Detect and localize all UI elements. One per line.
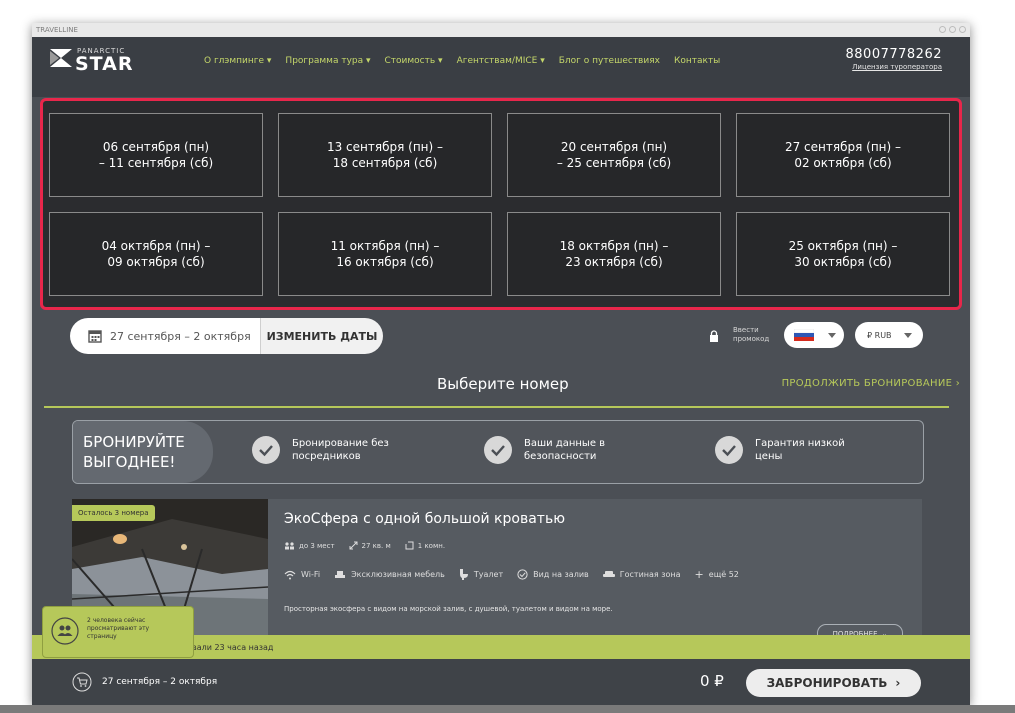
cart-icon[interactable] — [72, 672, 92, 692]
browser-window: TRAVELLINE PANARCTIC STAR О глэмпинге ▾ … — [32, 23, 970, 705]
window-controls[interactable] — [939, 26, 966, 33]
chevron-down-icon — [828, 332, 836, 338]
footer-dates: 27 сентября – 2 октября — [102, 677, 218, 687]
language-select[interactable] — [784, 322, 844, 348]
plus-icon: + — [694, 568, 704, 581]
date-option[interactable]: 25 октября (пн) –30 октября (сб) — [736, 212, 950, 296]
section-divider — [44, 406, 949, 408]
menu-item-price[interactable]: Стоимость ▾ — [385, 56, 443, 66]
date-option[interactable]: 20 сентября (пн) – 25 сентября (сб) — [507, 113, 721, 197]
menu-item-agencies[interactable]: Агентствам/MICE ▾ — [457, 56, 545, 66]
total-price: 0 ₽ — [700, 672, 724, 690]
check-circle-icon — [715, 436, 743, 464]
promo-code-link[interactable]: Ввести промокод — [733, 326, 769, 344]
benefits-heading: БРОНИРУЙТЕ ВЫГОДНЕЕ! — [73, 421, 213, 483]
rooms-left-badge: Осталось 3 номера — [72, 505, 155, 521]
date-option[interactable]: 27 сентября (пн) –02 октября (сб) — [736, 113, 950, 197]
date-options-panel: 06 сентября (пн) – 11 сентября (сб) 13 се… — [40, 98, 962, 310]
main-menu: О глэмпинге ▾ Программа тура ▾ Стоимость… — [204, 56, 720, 66]
sofa-icon — [602, 571, 615, 577]
chevron-right-icon: › — [895, 676, 901, 690]
more-amenities-link[interactable]: + ещё 52 — [695, 568, 739, 581]
viewers-notification[interactable]: 2 человека сейчас просматривают эту стра… — [42, 606, 194, 658]
area-icon — [349, 541, 358, 550]
brand-name: STAR — [75, 53, 134, 75]
benefit-item: Гарантия низкой цены — [714, 435, 845, 465]
menu-item-program[interactable]: Программа тура ▾ — [285, 56, 370, 66]
room-title[interactable]: ЭкоСфера с одной большой кроватью — [284, 511, 565, 527]
window-label: TRAVELLINE — [36, 26, 78, 34]
calendar-icon — [88, 330, 102, 343]
bottom-edge — [0, 705, 1015, 713]
window-titlebar: TRAVELLINE — [32, 23, 970, 37]
benefit-item: Ваши данные в безопасности — [483, 435, 605, 465]
recently-booked-text: ровали 23 часа назад — [182, 643, 274, 652]
chevron-down-icon — [903, 332, 912, 338]
selected-dates-field[interactable]: 27 сентября – 2 октября — [70, 318, 260, 354]
license-link[interactable]: Лицензия туроператора — [846, 63, 942, 71]
benefits-banner: БРОНИРУЙТЕ ВЫГОДНЕЕ! Бронирование без пос… — [72, 420, 924, 484]
date-option[interactable]: 04 октября (пн) –09 октября (сб) — [49, 212, 263, 296]
continue-booking-link[interactable]: ПРОДОЛЖИТЬ БРОНИРОВАНИЕ › — [782, 378, 960, 389]
toilet-icon — [459, 569, 468, 580]
section-header: Выберите номер ПРОДОЛЖИТЬ БРОНИРОВАНИЕ › — [32, 363, 970, 407]
furniture-icon — [335, 570, 346, 578]
check-circle-icon — [517, 569, 528, 580]
book-button[interactable]: ЗАБРОНИРОВАТЬ › — [746, 669, 921, 697]
selected-dates-text: 27 сентября – 2 октября — [110, 329, 251, 343]
spec-capacity: до 3 мест — [299, 541, 335, 550]
booking-footer: 27 сентября – 2 октября 0 ₽ ЗАБРОНИРОВАТ… — [32, 659, 970, 705]
date-search-bar: 27 сентября – 2 октября ИЗМЕНИТЬ ДАТЫ — [70, 318, 383, 354]
russia-flag-icon — [794, 329, 814, 341]
menu-item-contacts[interactable]: Контакты — [674, 56, 720, 66]
benefit-item: Бронирование без посредников — [251, 435, 389, 465]
currency-value: ₽ RUB — [867, 330, 892, 340]
date-option[interactable]: 11 октября (пн) –16 октября (сб) — [278, 212, 492, 296]
date-option[interactable]: 13 сентября (пн) –18 сентября (сб) — [278, 113, 492, 197]
top-navigation: PANARCTIC STAR О глэмпинге ▾ Программа т… — [32, 37, 970, 97]
wifi-icon — [284, 570, 296, 579]
star-logo-icon — [50, 49, 72, 67]
people-icon — [51, 617, 79, 645]
page-title: Выберите номер — [437, 375, 569, 393]
spec-area: 27 кв. м — [361, 541, 391, 550]
room-amenities: Wi-Fi Эксклюзивная мебель Туалет Вид на … — [284, 568, 739, 581]
currency-select[interactable]: ₽ RUB — [855, 322, 923, 348]
room-description: Просторная экосфера с видом на морской з… — [284, 605, 613, 613]
menu-item-blog[interactable]: Блог о путешествиях — [559, 56, 660, 66]
phone-number[interactable]: 88007778262 — [846, 47, 942, 62]
spec-rooms: 1 комн. — [417, 541, 446, 550]
check-circle-icon — [484, 436, 512, 464]
guests-icon — [285, 541, 294, 549]
lock-icon — [710, 330, 718, 342]
date-option[interactable]: 06 сентября (пн) – 11 сентября (сб) — [49, 113, 263, 197]
rooms-icon — [405, 541, 414, 550]
room-specs: до 3 мест 27 кв. м 1 комн. — [284, 541, 445, 550]
check-circle-icon — [252, 436, 280, 464]
contact-block: 88007778262 Лицензия туроператора — [846, 47, 942, 71]
change-dates-button[interactable]: ИЗМЕНИТЬ ДАТЫ — [260, 318, 383, 354]
menu-item-glamping[interactable]: О глэмпинге ▾ — [204, 56, 271, 66]
date-option[interactable]: 18 октября (пн) –23 октября (сб) — [507, 212, 721, 296]
